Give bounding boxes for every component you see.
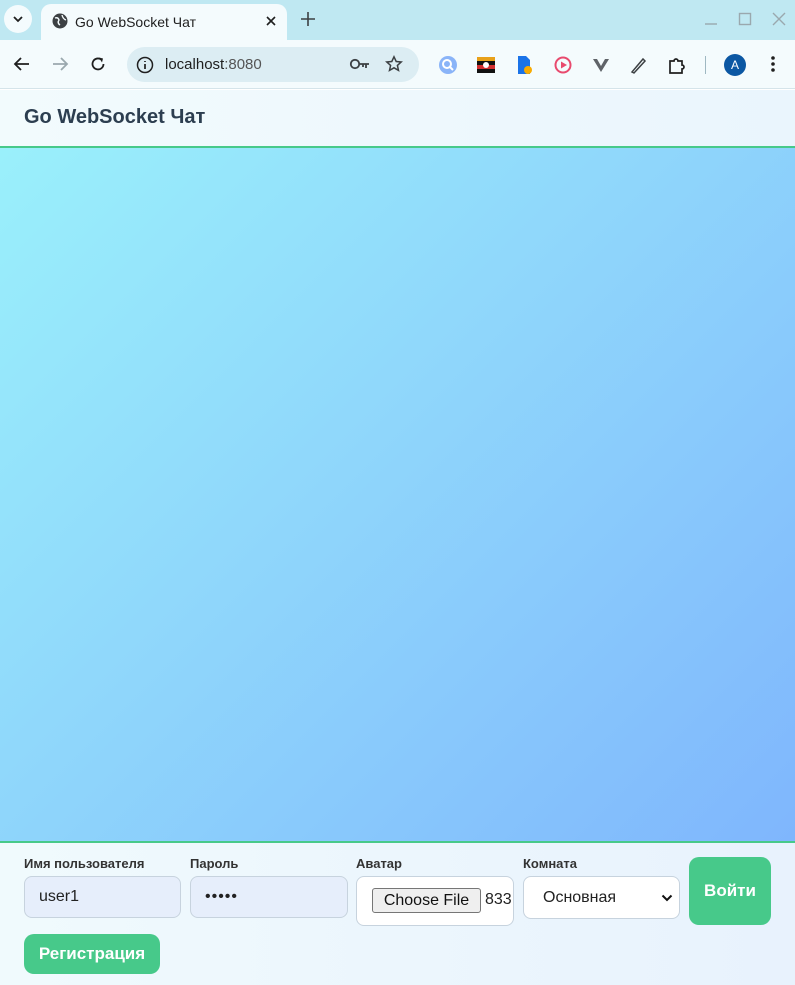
new-tab-icon[interactable] [299,10,317,28]
login-panel: Имя пользователя Пароль ••••• Аватар Cho… [0,841,795,985]
browser-tab[interactable]: Go WebSocket Чат [41,4,287,40]
avatar-label: Аватар [356,856,402,871]
chevron-down-icon [13,16,23,23]
choose-file-button[interactable]: Choose File [372,888,481,913]
site-info-icon[interactable] [136,56,154,74]
username-label: Имя пользователя [24,856,145,871]
more-menu-icon[interactable] [764,54,782,74]
back-button[interactable] [12,54,32,74]
app-header: Go WebSocket Чат [0,90,795,148]
arrow-left-icon [13,57,29,71]
tab-close-icon[interactable] [263,13,279,29]
globe-icon [52,13,68,29]
extension-flag-icon[interactable] [476,55,496,75]
register-button[interactable]: Регистрация [24,934,160,974]
extension-document-icon[interactable] [514,55,534,75]
avatar-file-input[interactable]: Choose File 833 [356,876,514,926]
profile-avatar[interactable]: A [724,54,746,76]
chat-messages-area[interactable] [0,148,795,841]
forward-button[interactable] [50,54,70,74]
extension-lens-icon[interactable] [438,55,458,75]
room-select[interactable]: Основная [523,876,680,919]
app-title: Go WebSocket Чат [24,106,206,128]
password-label: Пароль [190,856,239,871]
reload-button[interactable] [88,54,108,74]
tab-title: Go WebSocket Чат [75,14,197,30]
toolbar-divider [705,56,706,74]
login-button[interactable]: Войти [689,857,771,925]
extension-v-icon[interactable] [591,55,611,75]
reload-icon [91,57,105,71]
room-selected-value: Основная [543,889,617,906]
maximize-icon[interactable] [737,11,753,27]
chevron-down-icon [661,894,673,902]
extension-record-icon[interactable] [553,55,573,75]
password-input[interactable]: ••••• [190,876,348,918]
username-input[interactable] [24,876,181,918]
room-label: Комната [523,856,577,871]
url-host: localhost [165,56,225,73]
file-name-text: 833 [485,891,512,908]
extension-pen-icon[interactable] [629,55,649,75]
bookmark-star-icon[interactable] [385,55,403,73]
arrow-right-icon [53,57,69,71]
address-bar[interactable]: localhost:8080 [127,47,419,82]
extensions-puzzle-icon[interactable] [667,55,687,75]
minimize-icon[interactable] [703,11,719,27]
url-text[interactable]: localhost:8080 [165,56,262,73]
password-key-icon[interactable] [349,56,371,72]
tab-strip: Go WebSocket Чат [0,0,795,40]
window-close-icon[interactable] [771,11,787,27]
browser-toolbar: localhost:8080 A [0,40,795,89]
tab-search-button[interactable] [4,5,32,33]
url-port: :8080 [224,56,262,73]
